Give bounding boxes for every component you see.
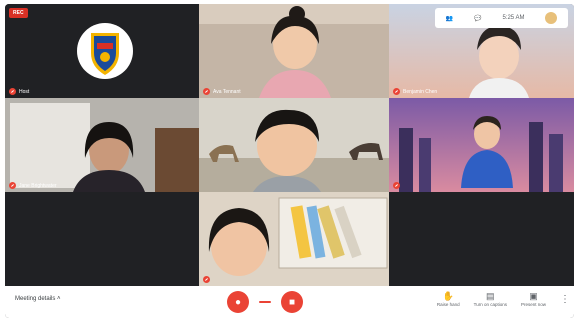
participant-video — [5, 98, 199, 192]
video-grid: REC Host Ava Tennant 👥 💬 5:25 AM Benjami… — [5, 4, 574, 286]
participant-name-tag: Benjamin Chen — [393, 88, 437, 95]
camera-toggle-button[interactable]: ■ — [281, 291, 303, 313]
participant-name-tag: Jane Brightwater — [9, 182, 57, 189]
video-tile-empty — [389, 192, 574, 286]
video-tile-participant[interactable]: Jane Brightwater — [5, 98, 199, 192]
mic-off-icon — [203, 88, 210, 95]
participant-name-tag — [203, 276, 210, 283]
captions-button[interactable]: ▤ Turn on captions — [474, 290, 507, 307]
participant-name-tag: Host — [9, 88, 29, 95]
participant-name-tag — [393, 182, 400, 189]
video-tile-participant[interactable]: 👥 💬 5:25 AM Benjamin Chen — [389, 4, 574, 98]
video-tile-participant[interactable]: Ava Tennant — [199, 4, 389, 98]
chevron-down-icon: ˄ — [57, 296, 61, 302]
video-tile-participant[interactable] — [199, 98, 389, 192]
mic-off-icon — [393, 182, 400, 189]
secondary-controls: ✋ Raise hand ▤ Turn on captions ▣ Presen… — [437, 290, 570, 310]
video-tile-participant[interactable] — [389, 98, 574, 192]
participant-video — [199, 98, 389, 192]
mic-off-icon — [9, 88, 16, 95]
people-icon[interactable]: 👥 — [446, 15, 453, 22]
mic-off-icon — [393, 88, 400, 95]
top-controls: 👥 💬 5:25 AM — [435, 8, 568, 28]
meeting-details-label: Meeting details — [15, 296, 56, 302]
call-controls: ● ■ — [227, 291, 303, 313]
raise-hand-button[interactable]: ✋ Raise hand — [437, 290, 460, 307]
participant-name: Benjamin Chen — [403, 88, 438, 95]
video-tile-host[interactable]: REC Host — [5, 4, 199, 98]
participant-video — [389, 98, 574, 192]
camera-off-icon: ■ — [288, 296, 296, 308]
leave-call-button[interactable] — [259, 301, 271, 303]
captions-label: Turn on captions — [473, 302, 507, 307]
mic-off-icon — [9, 182, 16, 189]
meeting-details-button[interactable]: Meeting details ˄ — [15, 296, 61, 302]
present-icon: ▣ — [529, 291, 538, 301]
participant-video — [199, 4, 389, 98]
participant-name: Host — [19, 88, 30, 95]
video-tile-participant[interactable] — [199, 192, 389, 286]
captions-icon: ▤ — [486, 291, 495, 301]
mic-off-icon: ● — [234, 296, 242, 308]
participant-video — [199, 192, 389, 286]
chat-icon[interactable]: 💬 — [474, 15, 481, 22]
meeting-window: REC Host Ava Tennant 👥 💬 5:25 AM Benjami… — [5, 4, 574, 318]
participant-name-tag: Ava Tennant — [203, 88, 241, 95]
mic-off-icon — [203, 276, 210, 283]
more-options-icon[interactable]: ⋮ — [560, 290, 570, 310]
hand-icon: ✋ — [442, 291, 454, 301]
present-now-button[interactable]: ▣ Present now — [521, 290, 546, 307]
clock-time: 5:25 AM — [502, 15, 525, 21]
avatar[interactable] — [545, 12, 558, 24]
participant-name: Ava Tennant — [213, 88, 241, 95]
participant-name: Jane Brightwater — [19, 182, 57, 189]
present-now-label: Present now — [520, 302, 546, 307]
recording-badge: REC — [9, 8, 28, 18]
raise-hand-label: Raise hand — [436, 302, 460, 307]
video-tile-empty — [5, 192, 199, 286]
meeting-control-bar: Meeting details ˄ ● ■ ✋ Raise hand ▤ Tur… — [5, 286, 574, 318]
mic-toggle-button[interactable]: ● — [227, 291, 249, 313]
school-crest-icon — [77, 23, 133, 79]
